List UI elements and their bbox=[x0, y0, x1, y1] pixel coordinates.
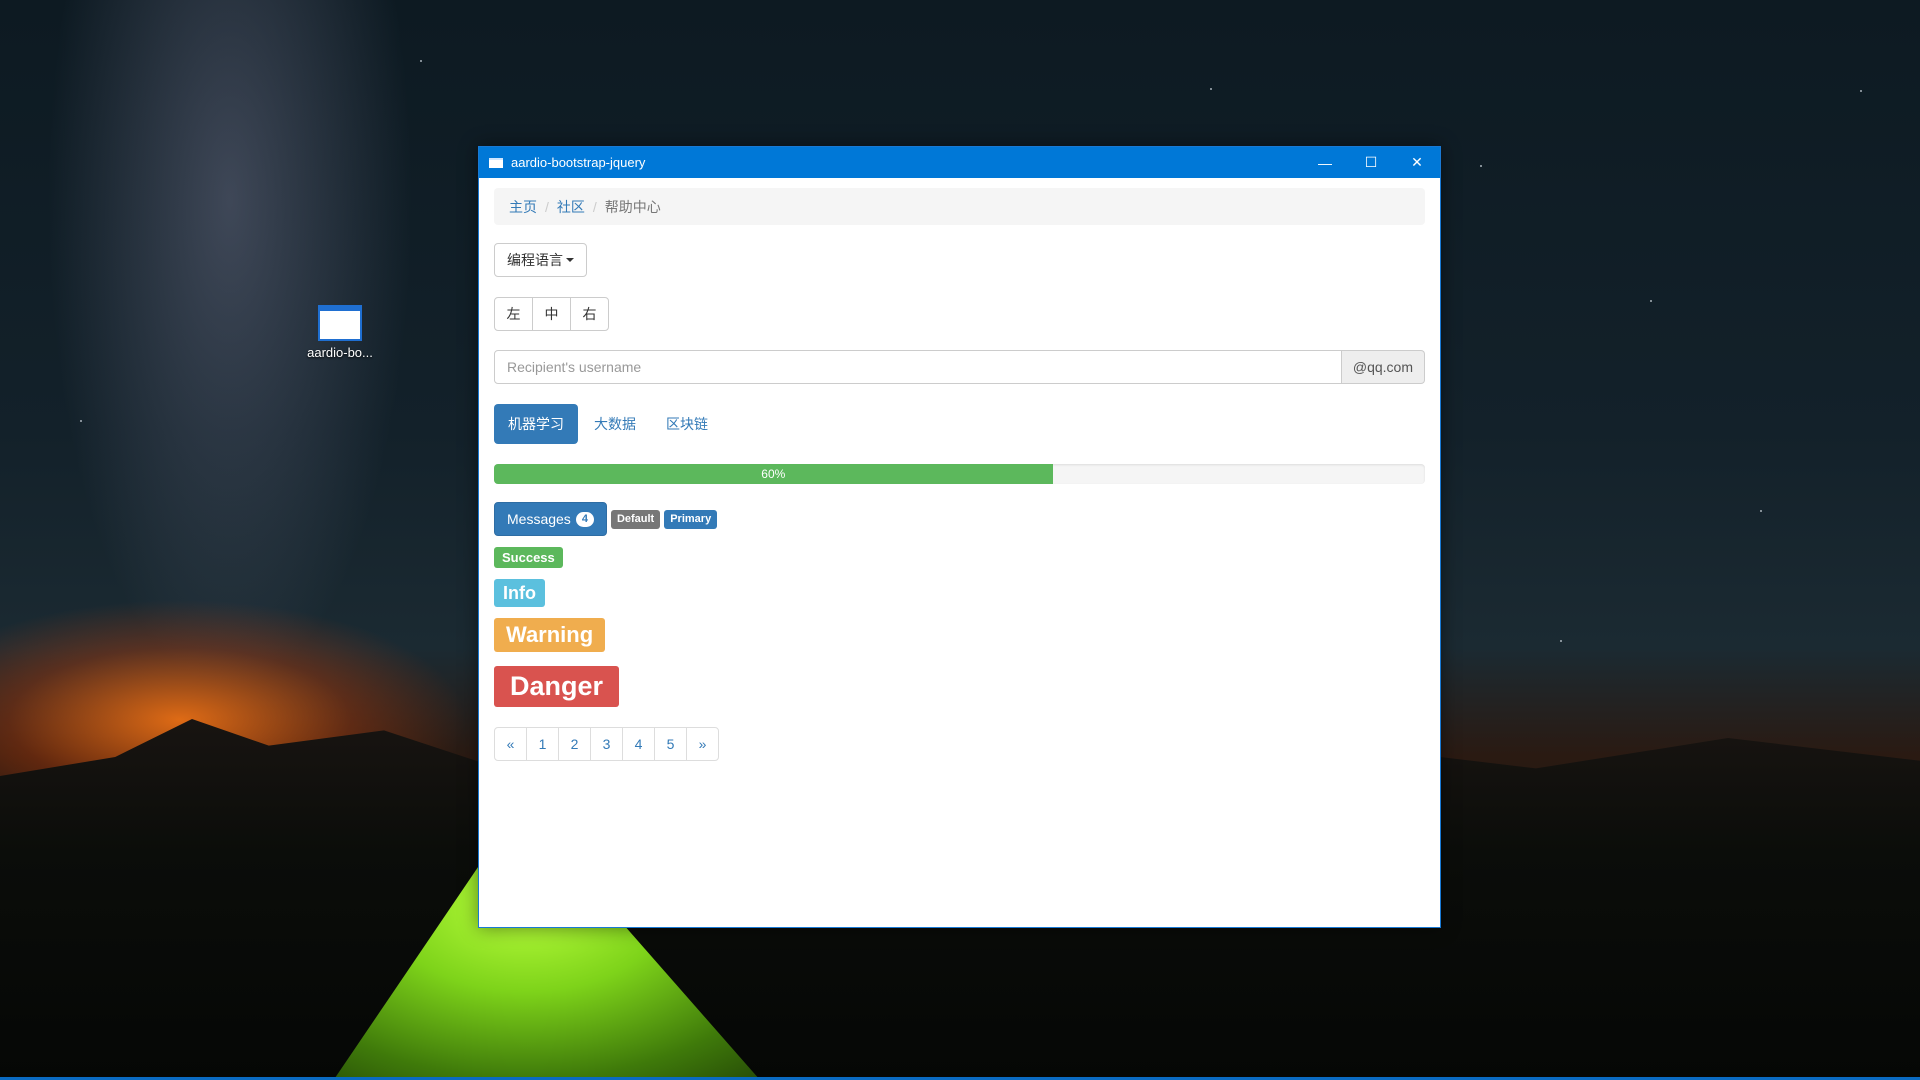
align-center-button[interactable]: 中 bbox=[532, 297, 571, 331]
pagination-page-3[interactable]: 3 bbox=[590, 727, 623, 761]
nav-pills: 机器学习 大数据 区块链 bbox=[494, 404, 1425, 444]
star bbox=[1760, 510, 1762, 512]
label-info: Info bbox=[494, 579, 545, 607]
window-titlebar[interactable]: aardio-bootstrap-jquery — ☐ ✕ bbox=[479, 147, 1440, 178]
pagination-page-4[interactable]: 4 bbox=[622, 727, 655, 761]
minimize-button[interactable]: — bbox=[1302, 147, 1348, 178]
email-domain-addon: @qq.com bbox=[1341, 350, 1425, 384]
label-default: Default bbox=[610, 509, 661, 529]
progress-label: 60% bbox=[761, 467, 786, 481]
pagination-prev[interactable]: « bbox=[494, 727, 527, 761]
breadcrumb: 主页 / 社区 / 帮助中心 bbox=[494, 188, 1425, 225]
messages-label: Messages bbox=[507, 511, 571, 527]
window-title: aardio-bootstrap-jquery bbox=[511, 155, 646, 170]
messages-button[interactable]: Messages 4 bbox=[494, 502, 607, 536]
app-window: aardio-bootstrap-jquery — ☐ ✕ 主页 / 社区 / … bbox=[478, 146, 1441, 928]
recipient-input-group: @qq.com bbox=[494, 350, 1425, 384]
pagination-page-2[interactable]: 2 bbox=[558, 727, 591, 761]
caret-down-icon bbox=[566, 258, 574, 262]
maximize-button[interactable]: ☐ bbox=[1348, 147, 1394, 178]
pagination-page-5[interactable]: 5 bbox=[654, 727, 687, 761]
window-controls: — ☐ ✕ bbox=[1302, 147, 1440, 178]
star bbox=[1650, 300, 1652, 302]
pagination-page-1[interactable]: 1 bbox=[526, 727, 559, 761]
star bbox=[1480, 165, 1482, 167]
pill-machine-learning[interactable]: 机器学习 bbox=[494, 404, 578, 444]
desktop-icon-aardio[interactable]: aardio-bo... bbox=[300, 305, 380, 360]
breadcrumb-active-item: 帮助中心 bbox=[604, 198, 661, 215]
breadcrumb-home-link[interactable]: 主页 bbox=[509, 197, 537, 217]
breadcrumb-community-link[interactable]: 社区 bbox=[557, 197, 585, 217]
close-button[interactable]: ✕ bbox=[1394, 147, 1440, 178]
star bbox=[420, 60, 422, 62]
label-warning: Warning bbox=[494, 618, 606, 652]
messages-row: Messages 4 Default Primary bbox=[494, 502, 1425, 536]
align-left-button[interactable]: 左 bbox=[494, 297, 533, 331]
language-dropdown-button[interactable]: 编程语言 bbox=[494, 243, 587, 277]
label-success: Success bbox=[494, 547, 563, 568]
progress-bar: 60% bbox=[494, 464, 1425, 484]
label-primary: Primary bbox=[664, 509, 718, 529]
label-danger: Danger bbox=[494, 666, 620, 707]
breadcrumb-separator: / bbox=[592, 198, 597, 215]
star bbox=[80, 420, 82, 422]
pill-big-data[interactable]: 大数据 bbox=[580, 404, 650, 444]
app-window-icon bbox=[318, 305, 362, 341]
star bbox=[1560, 640, 1562, 642]
align-button-group: 左 中 右 bbox=[494, 297, 609, 331]
pagination: « 1 2 3 4 5 » bbox=[494, 727, 1425, 761]
messages-count-badge: 4 bbox=[575, 511, 594, 527]
star bbox=[1860, 90, 1862, 92]
breadcrumb-separator: / bbox=[545, 198, 549, 215]
desktop-icon-label: aardio-bo... bbox=[307, 345, 373, 360]
window-app-icon bbox=[489, 157, 503, 168]
align-right-button[interactable]: 右 bbox=[570, 297, 609, 331]
dropdown-label: 编程语言 bbox=[507, 252, 563, 268]
pill-blockchain[interactable]: 区块链 bbox=[652, 404, 722, 444]
pagination-next[interactable]: » bbox=[686, 727, 719, 761]
star bbox=[1210, 88, 1212, 90]
window-content: 主页 / 社区 / 帮助中心 编程语言 左 中 右 @qq.com 机器学习 大… bbox=[479, 178, 1440, 771]
recipient-username-input[interactable] bbox=[494, 350, 1342, 384]
progress-fill: 60% bbox=[494, 464, 1053, 484]
